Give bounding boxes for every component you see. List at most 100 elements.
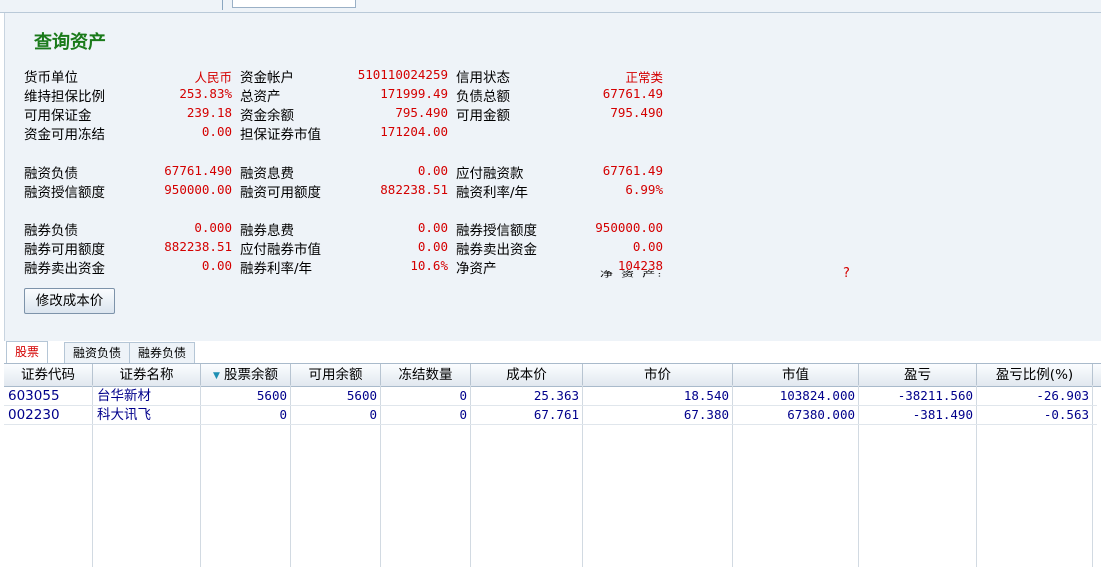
field-value: 0.00 (632, 239, 663, 254)
cell-stock-balance: 5600 (256, 388, 287, 403)
field-label: 融券负债 (24, 223, 78, 239)
field-label: 货币单位 (24, 70, 78, 86)
field-label: 信用状态 (456, 70, 510, 86)
column-header-label: 证券名称 (119, 367, 174, 383)
field-label: 资金帐户 (240, 70, 294, 86)
column-header-label: 冻结数量 (398, 367, 453, 383)
account-input[interactable] (232, 0, 356, 8)
field-label: 融资息费 (240, 166, 294, 182)
field-value: 0.00 (417, 220, 448, 235)
field-label: 融券卖出资金 (24, 261, 105, 277)
position-tabs: 股票 融资负债 融券负债 (4, 341, 1101, 363)
column-header-name[interactable]: 证券名称 (93, 364, 201, 386)
field-label: 担保证券市值 (240, 127, 321, 143)
column-header-label: 市价 (644, 367, 671, 383)
top-toolbar (0, 0, 1101, 13)
cell-code: 002230 (8, 407, 60, 423)
table-row[interactable]: 603055 台华新材 5600 5600 0 25.363 18.540 103824.00… (4, 387, 1101, 405)
field-label: 融资可用额度 (240, 185, 321, 201)
field-value: 253.83% (179, 86, 232, 101)
column-header-market-value[interactable]: 市值 (733, 364, 859, 386)
cell-cost-price: 67.761 (533, 407, 579, 422)
overlapping-text: 净 资 产: (600, 270, 664, 279)
cell-profit-loss: -38211.560 (897, 388, 973, 403)
field-value: 0.000 (194, 220, 232, 235)
field-value: 67761.49 (602, 163, 663, 178)
field-label: 总资产 (240, 89, 281, 105)
toolbar-divider (222, 0, 223, 10)
field-value: 950000.00 (595, 220, 663, 235)
field-value: 171204.00 (380, 124, 448, 139)
field-value: 6.99% (625, 182, 663, 197)
tab-stocks[interactable]: 股票 (6, 341, 49, 363)
cell-available-balance: 0 (369, 407, 377, 422)
tab-short-debt[interactable]: 融券负债 (129, 342, 196, 363)
unknown-value-mark: ? (843, 266, 850, 281)
field-value: 171999.49 (380, 86, 448, 101)
column-header-label: 证券代码 (21, 367, 75, 383)
column-header-label: 盈亏比例(%) (995, 367, 1074, 383)
table-header: 证券代码 证券名称 ▼ 股票余额 可用余额 冻结数量 成本价 市价 市值 盈亏 盈亏比例(%) (4, 363, 1101, 387)
cell-code: 603055 (8, 388, 60, 404)
field-value: 0.00 (201, 258, 232, 273)
cell-market-value: 103824.000 (779, 388, 855, 403)
positions-table: 证券代码 证券名称 ▼ 股票余额 可用余额 冻结数量 成本价 市价 市值 盈亏 盈亏比例(%) 60… (4, 363, 1101, 567)
field-label: 净资产 (456, 261, 497, 277)
field-label: 融券授信额度 (456, 223, 537, 239)
cell-frozen-qty: 0 (459, 407, 467, 422)
field-value: 795.490 (395, 105, 448, 120)
field-value: 0.00 (417, 239, 448, 254)
cell-name: 台华新材 (97, 388, 151, 404)
modify-cost-button[interactable]: 修改成本价 (24, 288, 115, 314)
field-value: 正常类 (625, 70, 663, 85)
field-label: 融资利率/年 (456, 185, 529, 201)
field-label: 融券可用额度 (24, 242, 105, 258)
field-value: 239.18 (186, 105, 232, 120)
field-value: 0.00 (201, 124, 232, 139)
page-title: 查询资产 (34, 32, 106, 53)
field-label: 融券利率/年 (240, 261, 313, 277)
field-value: 67761.49 (602, 86, 663, 101)
column-header-frozen-qty[interactable]: 冻结数量 (381, 364, 471, 386)
cell-profit-loss-ratio: -26.903 (1036, 388, 1089, 403)
cell-name: 科大讯飞 (97, 407, 151, 423)
cell-available-balance: 5600 (346, 388, 377, 403)
field-label: 融资负债 (24, 166, 78, 182)
sort-down-triangle-icon[interactable]: ▼ (213, 371, 220, 381)
cell-market-value: 67380.000 (787, 407, 855, 422)
cell-profit-loss: -381.490 (912, 407, 973, 422)
column-header-label: 股票余额 (223, 367, 278, 383)
column-header-available-balance[interactable]: 可用余额 (291, 364, 381, 386)
column-header-label: 市值 (782, 367, 809, 383)
column-header-profit-loss[interactable]: 盈亏 (859, 364, 977, 386)
field-label: 应付融券市值 (240, 242, 321, 258)
column-header-code[interactable]: 证券代码 (4, 364, 93, 386)
column-header-label: 盈亏 (904, 367, 931, 383)
column-header-label: 可用余额 (308, 367, 363, 383)
field-label: 融券息费 (240, 223, 294, 239)
tab-margin-debt[interactable]: 融资负债 (64, 342, 131, 363)
field-label: 应付融资款 (456, 166, 524, 182)
field-label: 资金可用冻结 (24, 127, 105, 143)
column-header-cost-price[interactable]: 成本价 (471, 364, 583, 386)
cell-frozen-qty: 0 (459, 388, 467, 403)
column-header-profit-loss-ratio[interactable]: 盈亏比例(%) (977, 364, 1093, 386)
field-label: 可用金额 (456, 108, 510, 124)
column-header-market-price[interactable]: 市价 (583, 364, 733, 386)
field-label: 资金余额 (240, 108, 294, 124)
field-value: 795.490 (610, 105, 663, 120)
field-value: 人民币 (194, 70, 232, 85)
field-value: 882238.51 (380, 182, 448, 197)
field-label: 负债总额 (456, 89, 510, 105)
cell-profit-loss-ratio: -0.563 (1043, 407, 1089, 422)
field-label: 融券卖出资金 (456, 242, 537, 258)
table-row[interactable]: 002230 科大讯飞 0 0 0 67.761 67.380 67380.000 -381.4… (4, 406, 1101, 424)
cell-market-price: 18.540 (683, 388, 729, 403)
cell-market-price: 67.380 (683, 407, 729, 422)
cell-cost-price: 25.363 (533, 388, 579, 403)
column-header-label: 成本价 (506, 367, 547, 383)
field-value: 67761.490 (164, 163, 232, 178)
field-value: 10.6% (410, 258, 448, 273)
field-value: 0.00 (417, 163, 448, 178)
column-header-stock-balance[interactable]: ▼ 股票余额 (201, 364, 291, 386)
